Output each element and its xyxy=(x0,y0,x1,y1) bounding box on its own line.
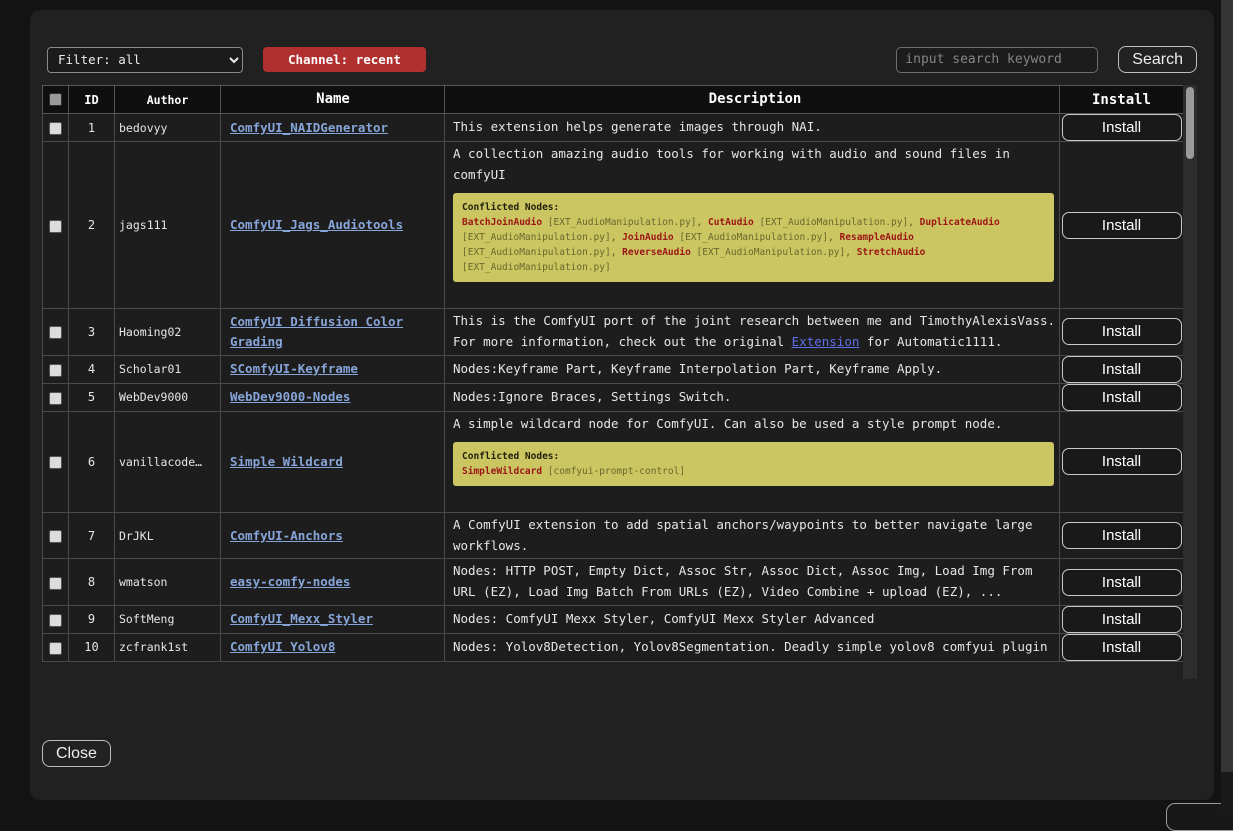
row-description: This is the ComfyUI port of the joint re… xyxy=(453,311,1057,352)
row-description: A simple wildcard node for ComfyUI. Can … xyxy=(453,414,1057,435)
row-checkbox[interactable] xyxy=(49,364,62,377)
conflict-title: Conflicted Nodes: xyxy=(462,449,1045,464)
table-row: 4 Scholar01 SComfyUI-Keyframe Nodes:Keyf… xyxy=(43,355,1184,383)
col-header-description: Description xyxy=(445,86,1060,114)
table-row: 3 Haoming02 ComfyUI Diffusion Color Grad… xyxy=(43,309,1184,355)
row-description: This extension helps generate images thr… xyxy=(453,117,1057,138)
page-scrollbar-thumb[interactable] xyxy=(1221,0,1233,772)
select-all-checkbox[interactable] xyxy=(49,93,62,106)
row-author: vanillacode… xyxy=(115,411,221,513)
row-id: 9 xyxy=(69,605,115,633)
table-row: 9 SoftMeng ComfyUI_Mexx_Styler Nodes: Co… xyxy=(43,605,1184,633)
close-button[interactable]: Close xyxy=(42,740,111,767)
row-checkbox[interactable] xyxy=(49,122,62,135)
row-description: Nodes:Ignore Braces, Settings Switch. xyxy=(453,387,1057,408)
node-name-link[interactable]: easy-comfy-nodes xyxy=(230,574,350,589)
row-description: Nodes: HTTP POST, Empty Dict, Assoc Str,… xyxy=(453,561,1057,602)
row-checkbox[interactable] xyxy=(49,392,62,405)
node-name-link[interactable]: ComfyUI_NAIDGenerator xyxy=(230,120,388,135)
row-description: Nodes: ComfyUI Mexx Styler, ComfyUI Mexx… xyxy=(453,609,1057,630)
install-button[interactable]: Install xyxy=(1062,318,1182,345)
install-button[interactable]: Install xyxy=(1062,448,1182,475)
row-checkbox[interactable] xyxy=(49,220,62,233)
install-button[interactable]: Install xyxy=(1062,522,1182,549)
row-author: SoftMeng xyxy=(115,605,221,633)
row-checkbox[interactable] xyxy=(49,530,62,543)
conflicted-nodes-box: Conflicted Nodes: SimpleWildcard [comfyu… xyxy=(453,442,1054,486)
channel-badge: Channel: recent xyxy=(263,47,426,72)
row-author: jags111 xyxy=(115,142,221,309)
conflicted-nodes-box: Conflicted Nodes: BatchJoinAudio [EXT_Au… xyxy=(453,193,1054,282)
install-button[interactable]: Install xyxy=(1062,606,1182,633)
table-row: 6 vanillacode… Simple Wildcard A simple … xyxy=(43,411,1184,513)
description-text: for Automatic1111. xyxy=(859,334,1002,349)
row-id: 7 xyxy=(69,513,115,559)
node-name-link[interactable]: ComfyUI Diffusion Color Grading xyxy=(230,314,403,349)
custom-nodes-table-wrap: ID Author Name Description Install 1 bed… xyxy=(42,85,1197,679)
row-author: DrJKL xyxy=(115,513,221,559)
filter-select[interactable]: Filter: all xyxy=(47,47,243,73)
row-id: 5 xyxy=(69,383,115,411)
row-id: 8 xyxy=(69,559,115,605)
install-button[interactable]: Install xyxy=(1062,114,1182,141)
node-name-link[interactable]: WebDev9000-Nodes xyxy=(230,389,350,404)
table-row: 7 DrJKL ComfyUI-Anchors A ComfyUI extens… xyxy=(43,513,1184,559)
row-description: A ComfyUI extension to add spatial ancho… xyxy=(453,515,1057,556)
search-button[interactable]: Search xyxy=(1118,46,1197,73)
col-header-author: Author xyxy=(115,86,221,114)
install-button[interactable]: Install xyxy=(1062,384,1182,411)
row-id: 1 xyxy=(69,114,115,142)
row-checkbox[interactable] xyxy=(49,326,62,339)
row-author: bedovyy xyxy=(115,114,221,142)
table-row: 5 WebDev9000 WebDev9000-Nodes Nodes:Igno… xyxy=(43,383,1184,411)
col-header-id: ID xyxy=(69,86,115,114)
row-checkbox[interactable] xyxy=(49,614,62,627)
node-name-link[interactable]: ComfyUI_Mexx_Styler xyxy=(230,611,373,626)
install-button[interactable]: Install xyxy=(1062,634,1182,661)
row-description: A collection amazing audio tools for wor… xyxy=(453,144,1057,185)
table-row: 10 zcfrank1st ComfyUI Yolov8 Nodes: Yolo… xyxy=(43,633,1184,661)
table-row: 2 jags111 ComfyUI_Jags_Audiotools A coll… xyxy=(43,142,1184,309)
table-header-row: ID Author Name Description Install xyxy=(43,86,1184,114)
page-scrollbar[interactable] xyxy=(1221,0,1233,815)
col-header-install: Install xyxy=(1060,86,1184,114)
row-id: 10 xyxy=(69,633,115,661)
node-name-link[interactable]: ComfyUI_Jags_Audiotools xyxy=(230,217,403,232)
node-name-link[interactable]: Simple Wildcard xyxy=(230,454,343,469)
conflict-list: SimpleWildcard [comfyui-prompt-control] xyxy=(462,464,1045,479)
search-input[interactable] xyxy=(896,47,1098,73)
conflict-title: Conflicted Nodes: xyxy=(462,200,1045,215)
table-row: 1 bedovyy ComfyUI_NAIDGenerator This ext… xyxy=(43,114,1184,142)
extension-link[interactable]: Extension xyxy=(792,334,860,349)
row-id: 6 xyxy=(69,411,115,513)
row-id: 3 xyxy=(69,309,115,355)
row-id: 2 xyxy=(69,142,115,309)
row-checkbox[interactable] xyxy=(49,642,62,655)
row-author: zcfrank1st xyxy=(115,633,221,661)
row-checkbox[interactable] xyxy=(49,456,62,469)
custom-nodes-table: ID Author Name Description Install 1 bed… xyxy=(42,85,1184,662)
row-author: WebDev9000 xyxy=(115,383,221,411)
conflict-list: BatchJoinAudio [EXT_AudioManipulation.py… xyxy=(462,215,1045,275)
row-description: Nodes: Yolov8Detection, Yolov8Segmentati… xyxy=(453,637,1057,658)
row-author: Scholar01 xyxy=(115,355,221,383)
install-button[interactable]: Install xyxy=(1062,212,1182,239)
col-header-name: Name xyxy=(221,86,445,114)
table-scrollbar-thumb[interactable] xyxy=(1186,87,1194,159)
row-author: wmatson xyxy=(115,559,221,605)
node-name-link[interactable]: ComfyUI Yolov8 xyxy=(230,639,335,654)
row-author: Haoming02 xyxy=(115,309,221,355)
dialog-toolbar: Filter: all Channel: recent Search xyxy=(30,10,1214,73)
install-custom-nodes-dialog: Filter: all Channel: recent Search ID Au… xyxy=(30,10,1214,800)
table-row: 8 wmatson easy-comfy-nodes Nodes: HTTP P… xyxy=(43,559,1184,605)
row-description: Nodes:Keyframe Part, Keyframe Interpolat… xyxy=(453,359,1057,380)
install-button[interactable]: Install xyxy=(1062,356,1182,383)
row-checkbox[interactable] xyxy=(49,577,62,590)
table-scrollbar[interactable] xyxy=(1183,85,1197,679)
node-name-link[interactable]: ComfyUI-Anchors xyxy=(230,528,343,543)
row-id: 4 xyxy=(69,355,115,383)
node-name-link[interactable]: SComfyUI-Keyframe xyxy=(230,361,358,376)
install-button[interactable]: Install xyxy=(1062,569,1182,596)
